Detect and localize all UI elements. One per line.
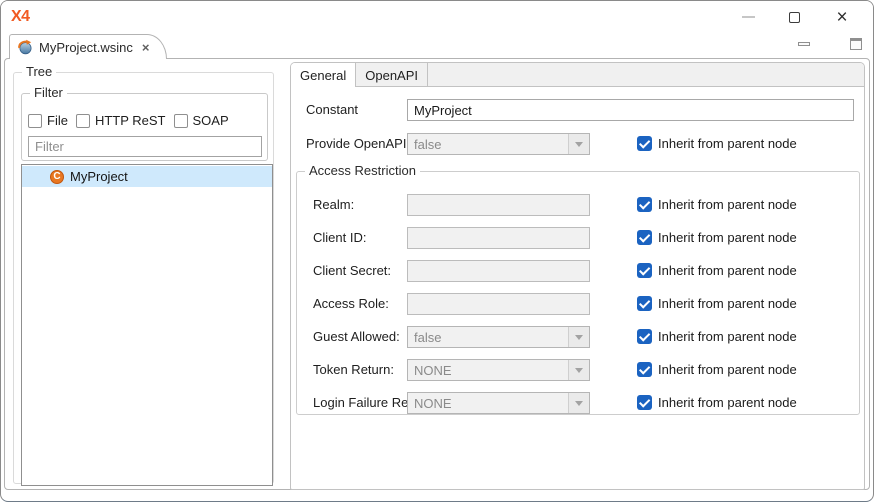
guest-allowed-inherit-checkbox[interactable] <box>637 329 652 344</box>
x4-logo: X4 <box>11 8 30 26</box>
properties-tabstrip: General OpenAPI <box>291 63 864 87</box>
token-return-value: NONE <box>408 363 568 378</box>
soap-checkbox[interactable] <box>174 114 188 128</box>
realm-input <box>407 194 590 216</box>
access-role-input <box>407 293 590 315</box>
login-failure-select: NONE <box>407 392 590 414</box>
tab-close-icon[interactable]: × <box>142 40 150 55</box>
wsinc-file-icon <box>17 39 33 55</box>
soap-checkbox-label: SOAP <box>193 113 229 128</box>
token-return-label: Token Return: <box>313 359 394 381</box>
filter-group-label: Filter <box>30 85 67 101</box>
provide-openapi-select: false <box>407 133 590 155</box>
realm-inherit-checkbox[interactable] <box>637 197 652 212</box>
guest-allowed-value: false <box>408 330 568 345</box>
tree-item-myproject[interactable]: C MyProject <box>22 166 272 187</box>
filter-group-box: Filter File HTTP ReST SOAP <box>21 93 268 161</box>
login-failure-value: NONE <box>408 396 568 411</box>
client-secret-inherit-checkbox[interactable] <box>637 263 652 278</box>
constant-input[interactable] <box>407 99 854 121</box>
properties-pane: General OpenAPI Constant Provide OpenAPI… <box>290 62 865 490</box>
login-failure-label: Login Failure Ret <box>313 392 412 414</box>
provide-openapi-label: Provide OpenAPI: <box>306 133 410 155</box>
http-rest-checkbox[interactable] <box>76 114 90 128</box>
client-id-label: Client ID: <box>313 227 366 249</box>
maximize-icon <box>789 12 800 23</box>
access-role-label: Access Role: <box>313 293 389 315</box>
project-tree[interactable]: C MyProject <box>21 164 273 486</box>
window-minimize-button[interactable] <box>732 1 764 33</box>
client-secret-label: Client Secret: <box>313 260 391 282</box>
token-return-inherit-checkbox[interactable] <box>637 362 652 377</box>
chevron-down-icon <box>575 142 583 147</box>
provide-openapi-inherit-checkbox[interactable] <box>637 136 652 151</box>
client-id-input <box>407 227 590 249</box>
constant-icon: C <box>50 170 64 184</box>
editor-content-area: Tree Filter File HTTP ReST SOAP <box>4 58 870 490</box>
inherit-label: Inherit from parent node <box>658 227 797 249</box>
window-close-button[interactable]: × <box>826 1 858 33</box>
access-restriction-label: Access Restriction <box>305 163 420 179</box>
tab-general[interactable]: General <box>291 63 356 87</box>
realm-label: Realm: <box>313 194 354 216</box>
client-secret-input <box>407 260 590 282</box>
guest-allowed-select: false <box>407 326 590 348</box>
tree-item-label: MyProject <box>70 169 128 184</box>
tree-group-label: Tree <box>22 64 56 80</box>
chevron-down-icon <box>575 401 583 406</box>
chevron-down-icon <box>575 368 583 373</box>
dropdown-arrow-box <box>568 393 589 413</box>
editor-tab-label: MyProject.wsinc <box>39 40 133 55</box>
inherit-label: Inherit from parent node <box>658 392 797 414</box>
guest-allowed-label: Guest Allowed: <box>313 326 400 348</box>
file-filter-option[interactable]: File <box>28 113 68 128</box>
access-role-inherit-checkbox[interactable] <box>637 296 652 311</box>
inherit-label: Inherit from parent node <box>658 359 797 381</box>
soap-filter-option[interactable]: SOAP <box>174 113 229 128</box>
constant-label: Constant <box>306 99 358 121</box>
filter-type-checkboxes: File HTTP ReST SOAP <box>28 113 229 128</box>
token-return-select: NONE <box>407 359 590 381</box>
inherit-label: Inherit from parent node <box>658 326 797 348</box>
app-window: X4 × MyProject.wsinc × Tree Filter <box>0 0 874 502</box>
file-checkbox-label: File <box>47 113 68 128</box>
http-rest-filter-option[interactable]: HTTP ReST <box>76 113 166 128</box>
view-maximize-icon[interactable] <box>850 38 862 50</box>
http-rest-checkbox-label: HTTP ReST <box>95 113 166 128</box>
editor-tab-myproject-wsinc[interactable]: MyProject.wsinc × <box>9 34 167 59</box>
title-bar: X4 × <box>1 1 873 34</box>
inherit-label: Inherit from parent node <box>658 194 797 216</box>
tab-openapi[interactable]: OpenAPI <box>356 63 428 87</box>
inherit-label: Inherit from parent node <box>658 133 797 155</box>
dropdown-arrow-box <box>568 360 589 380</box>
file-checkbox[interactable] <box>28 114 42 128</box>
inherit-label: Inherit from parent node <box>658 260 797 282</box>
chevron-down-icon <box>575 335 583 340</box>
client-id-inherit-checkbox[interactable] <box>637 230 652 245</box>
close-icon: × <box>836 8 847 27</box>
dropdown-arrow-box <box>568 327 589 347</box>
login-failure-inherit-checkbox[interactable] <box>637 395 652 410</box>
dropdown-arrow-box <box>568 134 589 154</box>
view-minimize-icon[interactable] <box>798 42 810 46</box>
window-maximize-button[interactable] <box>778 1 810 33</box>
minimize-icon <box>742 16 755 18</box>
inherit-label: Inherit from parent node <box>658 293 797 315</box>
tree-group-box: Tree Filter File HTTP ReST SOAP <box>13 72 274 484</box>
provide-openapi-value: false <box>408 137 568 152</box>
filter-input[interactable] <box>28 136 262 157</box>
